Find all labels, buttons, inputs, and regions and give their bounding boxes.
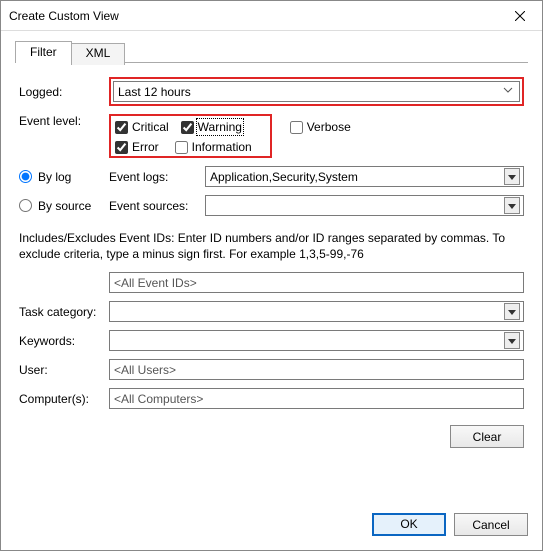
- checkbox-information-label: Information: [192, 140, 252, 154]
- chevron-down-icon: [500, 84, 516, 99]
- label-computers: Computer(s):: [19, 392, 109, 406]
- checkbox-warning-label: Warning: [198, 120, 242, 134]
- tab-xml[interactable]: XML: [71, 43, 126, 65]
- row-computers: Computer(s):: [19, 388, 524, 409]
- close-icon[interactable]: [497, 1, 542, 30]
- task-category-dropdown[interactable]: [109, 301, 524, 322]
- row-clear: Clear: [19, 425, 524, 448]
- label-task-category: Task category:: [19, 305, 109, 319]
- computers-input[interactable]: [109, 388, 524, 409]
- dropdown-button-icon[interactable]: [504, 168, 520, 185]
- row-event-ids: [19, 272, 524, 293]
- dropdown-button-icon[interactable]: [504, 197, 520, 214]
- row-keywords: Keywords:: [19, 330, 524, 351]
- highlight-logged: Last 12 hours: [109, 77, 524, 106]
- checkbox-verbose-label: Verbose: [307, 120, 351, 134]
- dialog-create-custom-view: Create Custom View Filter XML Logged: La…: [0, 0, 543, 551]
- label-event-level: Event level:: [19, 114, 109, 128]
- event-logs-value: Application,Security,System: [210, 170, 358, 184]
- checkbox-error-label: Error: [132, 140, 159, 154]
- event-sources-dropdown[interactable]: [205, 195, 524, 216]
- row-by-source: By source Event sources:: [19, 195, 524, 216]
- checkbox-warning[interactable]: Warning: [181, 120, 242, 134]
- window-title: Create Custom View: [9, 9, 119, 23]
- keywords-dropdown[interactable]: [109, 330, 524, 351]
- event-ids-input[interactable]: [109, 272, 524, 293]
- row-user: User:: [19, 359, 524, 380]
- row-task-category: Task category:: [19, 301, 524, 322]
- row-by-log: By log Event logs: Application,Security,…: [19, 166, 524, 187]
- tab-filter[interactable]: Filter: [15, 41, 72, 63]
- checkbox-verbose[interactable]: Verbose: [290, 120, 351, 134]
- checkbox-critical[interactable]: Critical: [115, 120, 169, 134]
- label-user: User:: [19, 363, 109, 377]
- dropdown-button-icon[interactable]: [504, 332, 520, 349]
- event-logs-dropdown[interactable]: Application,Security,System: [205, 166, 524, 187]
- ok-button[interactable]: OK: [372, 513, 446, 536]
- dialog-body: Filter XML Logged: Last 12 hours: [1, 31, 542, 503]
- window-controls: [497, 1, 542, 30]
- checkbox-error[interactable]: Error: [115, 140, 159, 154]
- logged-value: Last 12 hours: [118, 85, 191, 99]
- checkbox-information[interactable]: Information: [175, 140, 252, 154]
- label-event-sources: Event sources:: [109, 199, 205, 213]
- user-input[interactable]: [109, 359, 524, 380]
- label-logged: Logged:: [19, 85, 109, 99]
- help-text: Includes/Excludes Event IDs: Enter ID nu…: [19, 230, 524, 262]
- radio-by-log-label: By log: [38, 170, 71, 184]
- logged-dropdown[interactable]: Last 12 hours: [113, 81, 520, 102]
- dropdown-button-icon[interactable]: [504, 303, 520, 320]
- tab-strip: Filter XML: [15, 41, 528, 63]
- row-logged: Logged: Last 12 hours: [19, 77, 524, 106]
- highlight-event-level: Critical Warning Error: [109, 114, 272, 158]
- dialog-footer: OK Cancel: [1, 503, 542, 550]
- tab-filter-content: Logged: Last 12 hours Event level:: [15, 63, 528, 493]
- label-keywords: Keywords:: [19, 334, 109, 348]
- clear-button[interactable]: Clear: [450, 425, 524, 448]
- radio-by-source[interactable]: By source: [19, 199, 109, 213]
- label-event-logs: Event logs:: [109, 170, 205, 184]
- checkbox-critical-label: Critical: [132, 120, 169, 134]
- radio-by-log[interactable]: By log: [19, 170, 109, 184]
- titlebar: Create Custom View: [1, 1, 542, 31]
- cancel-button[interactable]: Cancel: [454, 513, 528, 536]
- radio-by-source-label: By source: [38, 199, 91, 213]
- row-event-level: Event level: Critical Warning: [19, 114, 524, 158]
